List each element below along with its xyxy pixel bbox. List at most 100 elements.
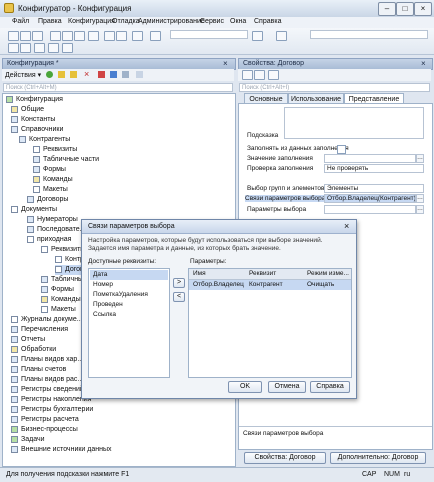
list-item[interactable]: Проведен — [93, 300, 123, 310]
tree-item[interactable]: Последовате... — [27, 225, 85, 235]
edit-icon[interactable] — [58, 71, 65, 78]
config-open-icon[interactable] — [8, 43, 19, 53]
add-icon[interactable] — [46, 71, 53, 78]
filter-icon[interactable] — [136, 71, 143, 78]
tree-item[interactable]: приходная — [27, 235, 71, 245]
properties-tab[interactable]: Свойства: Договор — [244, 452, 326, 464]
menu-service[interactable]: Сервис — [200, 18, 224, 25]
move-down-icon[interactable] — [110, 71, 117, 78]
remove-param-button[interactable]: < — [173, 292, 185, 302]
categories-icon[interactable] — [242, 70, 253, 80]
menu-windows[interactable]: Окна — [230, 18, 246, 25]
tools-icon[interactable] — [276, 31, 287, 41]
ok-button[interactable]: OK — [228, 381, 262, 393]
replace-icon[interactable] — [150, 31, 161, 41]
delete-item-icon[interactable]: × — [84, 69, 89, 79]
new-icon[interactable] — [8, 31, 19, 41]
update-db-icon[interactable] — [34, 43, 45, 53]
fill-value-select-button[interactable]: … — [416, 154, 424, 163]
list-item[interactable]: Дата — [90, 270, 168, 280]
tree-item[interactable]: Регистры сведений — [11, 385, 84, 395]
tree-item[interactable]: Справочники — [11, 125, 63, 135]
tree-item[interactable]: Команды — [41, 295, 81, 305]
left-search-input[interactable]: Поиск (Ctrl+Alt+M) — [3, 83, 233, 92]
module-combo[interactable] — [310, 30, 428, 39]
move-up-icon[interactable] — [98, 71, 105, 78]
save-icon[interactable] — [32, 31, 43, 41]
tree-item[interactable]: Константы — [11, 115, 55, 125]
list-item[interactable]: Ссылка — [93, 310, 116, 320]
tree-item[interactable]: Конфигурация — [6, 95, 63, 105]
table-row[interactable]: Отбор.Владелец Контрагент Очищать — [189, 280, 351, 290]
list-item[interactable]: Номер — [93, 280, 113, 290]
run-icon[interactable] — [62, 43, 73, 53]
help-button[interactable]: Справка — [310, 381, 350, 393]
tree-item[interactable]: Перечисления — [11, 325, 68, 335]
delete-icon[interactable] — [88, 31, 99, 41]
close-button[interactable]: × — [414, 2, 432, 16]
tree-item[interactable]: Нумераторы — [27, 215, 78, 225]
sort-icon[interactable] — [122, 71, 129, 78]
menu-help[interactable]: Справка — [254, 18, 281, 25]
run-debug-icon[interactable] — [48, 43, 59, 53]
links-select-button[interactable]: … — [416, 194, 424, 203]
menu-file[interactable]: Файл — [12, 18, 29, 25]
tree-item[interactable]: Общие — [11, 105, 44, 115]
params-field[interactable] — [324, 205, 416, 214]
config-save-icon[interactable] — [20, 43, 31, 53]
cancel-button[interactable]: Отмена — [268, 381, 306, 393]
copy-item-icon[interactable] — [70, 71, 77, 78]
additional-tab[interactable]: Дополнительно: Договор — [330, 452, 426, 464]
close-icon[interactable]: × — [344, 220, 349, 233]
tree-item[interactable]: Планы видов рас... — [11, 375, 83, 385]
hint-textarea[interactable] — [284, 107, 424, 139]
menu-administration[interactable]: Администрирование — [138, 18, 205, 25]
tree-item[interactable]: Формы — [33, 165, 66, 175]
maximize-button[interactable]: □ — [396, 2, 414, 16]
tree-item[interactable]: Регистры расчета — [11, 415, 79, 425]
tree-item[interactable]: Отчеты — [11, 335, 45, 345]
paste-icon[interactable] — [74, 31, 85, 41]
alphabetical-icon[interactable] — [254, 70, 265, 80]
minimize-button[interactable]: – — [378, 2, 396, 16]
tree-item[interactable]: Обработки — [11, 345, 56, 355]
find-icon[interactable] — [132, 31, 143, 41]
menu-edit[interactable]: Правка — [38, 18, 62, 25]
tree-item[interactable]: Табличные части — [33, 155, 99, 165]
menu-debug[interactable]: Отладка — [112, 18, 140, 25]
right-search-input[interactable]: Поиск (Ctrl+Alt+I) — [239, 83, 430, 92]
close-icon[interactable]: × — [421, 59, 426, 68]
actions-menu[interactable]: Действия ▾ — [5, 71, 41, 79]
tree-item[interactable]: Регистры накопления — [11, 395, 91, 405]
tree-item[interactable]: Макеты — [41, 305, 76, 315]
events-icon[interactable] — [268, 70, 279, 80]
menu-configuration[interactable]: Конфигурация — [68, 18, 115, 25]
tree-item[interactable]: Формы — [41, 285, 74, 295]
links-field[interactable]: Отбор.Владелец(Контрагент) — [324, 194, 416, 203]
params-select-button[interactable]: … — [416, 205, 424, 214]
tree-item[interactable]: Команды — [33, 175, 73, 185]
tree-item[interactable]: Регистры бухгалтерии — [11, 405, 93, 415]
search-combo[interactable] — [170, 30, 248, 39]
tree-item[interactable]: Внешние источники данных — [11, 445, 112, 455]
fill-check-select[interactable]: Не проверять — [324, 164, 424, 173]
tree-item[interactable]: Реквизиты — [33, 145, 77, 155]
search-next-icon[interactable] — [252, 31, 263, 41]
cut-icon[interactable] — [50, 31, 61, 41]
open-icon[interactable] — [20, 31, 31, 41]
fill-value-field[interactable] — [324, 154, 416, 163]
tree-item[interactable]: Бизнес-процессы — [11, 425, 78, 435]
copy-icon[interactable] — [62, 31, 73, 41]
tree-item[interactable]: Журналы докуме... — [11, 315, 83, 325]
tree-item[interactable]: Документы — [11, 205, 57, 215]
list-item[interactable]: ПометкаУдаления — [93, 290, 148, 300]
tree-item[interactable]: Контрагенты — [19, 135, 70, 145]
fill-from-checkbox[interactable] — [337, 145, 346, 154]
tree-item[interactable]: Планы счетов — [11, 365, 66, 375]
language-indicator[interactable]: ru — [404, 471, 410, 478]
close-icon[interactable]: × — [223, 59, 228, 68]
tree-item[interactable]: Реквизиты — [41, 245, 85, 255]
redo-icon[interactable] — [116, 31, 127, 41]
tree-item[interactable]: Макеты — [33, 185, 68, 195]
groups-select[interactable]: Элементы — [324, 184, 424, 193]
